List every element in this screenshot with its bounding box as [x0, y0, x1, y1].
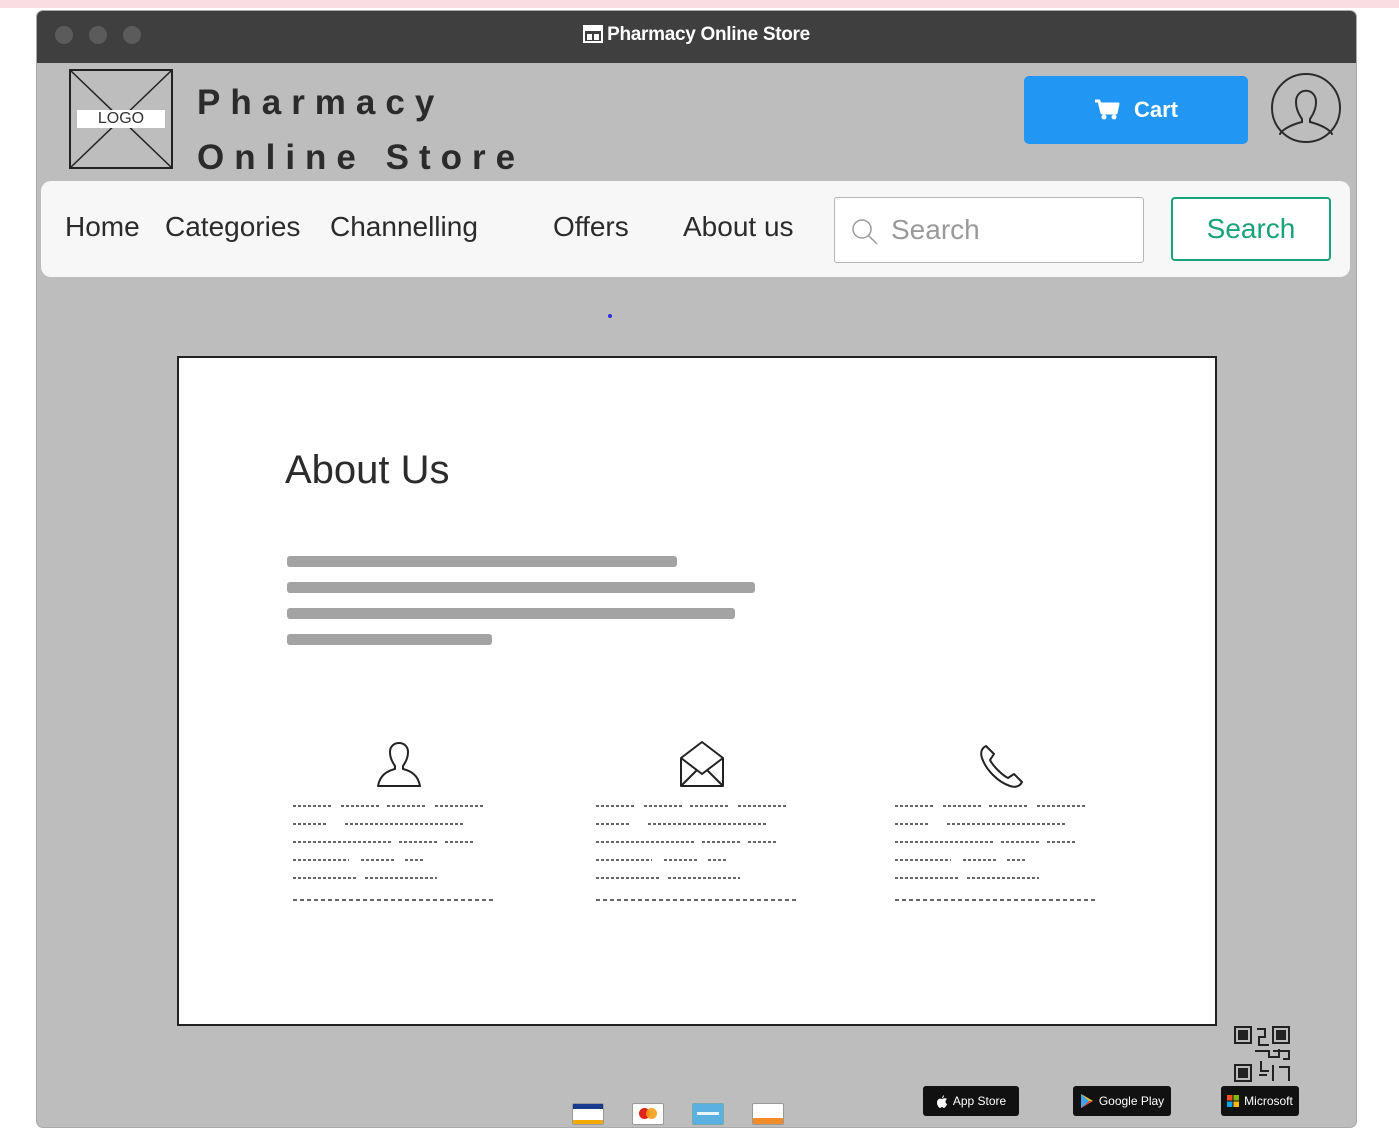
search-icon — [852, 219, 878, 245]
microsoft-badge[interactable]: Microsoft — [1221, 1086, 1299, 1116]
top-border — [0, 0, 1399, 8]
window-title: Pharmacy Online Store — [37, 24, 1356, 46]
stray-dot — [608, 314, 612, 318]
phone-icon — [980, 745, 1023, 788]
google-play-icon — [1080, 1094, 1093, 1108]
contact-column-email — [592, 738, 812, 917]
text-scribble — [596, 805, 796, 901]
cart-icon — [1094, 99, 1120, 120]
brand-line-2: Online Store — [197, 138, 526, 177]
envelope-icon — [680, 741, 724, 787]
amex-icon — [692, 1103, 724, 1125]
text-scribble — [895, 805, 1095, 901]
google-play-badge[interactable]: Google Play — [1073, 1086, 1171, 1116]
qr-code-icon[interactable] — [1233, 1025, 1293, 1085]
nav-item-categories[interactable]: Categories — [165, 211, 300, 243]
contact-column-phone — [891, 738, 1111, 917]
text-placeholder-line — [287, 608, 735, 619]
microsoft-label: Microsoft — [1244, 1094, 1293, 1108]
logo[interactable]: LOGO — [69, 69, 173, 169]
apple-icon — [936, 1095, 947, 1108]
google-play-label: Google Play — [1098, 1094, 1165, 1108]
microsoft-icon — [1227, 1095, 1240, 1107]
contact-column-person — [289, 738, 509, 917]
mastercard-icon — [632, 1103, 664, 1125]
nav-item-about-us[interactable]: About us — [683, 211, 794, 243]
page-title: About Us — [285, 448, 450, 492]
brand-line-1: Pharmacy — [197, 83, 445, 122]
text-placeholder-line — [287, 582, 755, 593]
browser-window: Pharmacy Online Store LOGO Pharmacy Onli… — [37, 11, 1356, 1127]
navbar: Home Categories Channelling Offers About… — [41, 181, 1350, 277]
app-store-label: App Store — [952, 1094, 1007, 1108]
about-us-card: About Us — [177, 356, 1217, 1026]
person-icon — [377, 742, 421, 787]
search-input[interactable] — [889, 208, 1133, 252]
nav-item-channelling[interactable]: Channelling — [330, 211, 478, 243]
cart-label: Cart — [1133, 97, 1178, 122]
app-store-badge[interactable]: App Store — [923, 1086, 1019, 1116]
search-button[interactable]: Search — [1171, 197, 1331, 261]
search-field[interactable] — [834, 197, 1144, 263]
nav-item-home[interactable]: Home — [65, 211, 140, 243]
discover-icon — [752, 1103, 784, 1125]
text-scribble — [293, 805, 493, 901]
nav-item-offers[interactable]: Offers — [553, 211, 629, 243]
visa-icon — [572, 1103, 604, 1125]
logo-label: LOGO — [77, 110, 165, 128]
user-avatar-icon[interactable] — [1270, 72, 1342, 144]
brand-name: Pharmacy Online Store — [197, 75, 525, 185]
text-placeholder-line — [287, 634, 492, 645]
window-titlebar: Pharmacy Online Store — [37, 11, 1356, 63]
cart-button[interactable]: Cart — [1024, 76, 1248, 144]
text-placeholder-line — [287, 556, 677, 567]
browser-tab-icon — [583, 25, 604, 43]
window-title-text: Pharmacy Online Store — [607, 24, 810, 45]
